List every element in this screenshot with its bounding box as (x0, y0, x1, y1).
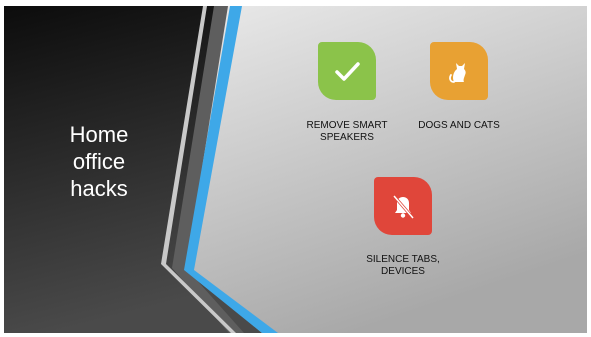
remove-smart-speakers-tile (318, 42, 376, 100)
bell-off-icon (392, 195, 415, 219)
slide-title: Home office hacks (69, 122, 129, 201)
cat-icon (449, 63, 466, 83)
remove-smart-speakers-label: REMOVE SMART SPEAKERS (306, 120, 388, 143)
checkmark-icon (335, 62, 360, 81)
dogs-and-cats-label: DOGS AND CATS (418, 120, 500, 131)
slide: Home office hacks REMOVE SMART SPEAKERS … (4, 6, 587, 333)
dogs-and-cats-tile (430, 42, 488, 100)
silence-tabs-devices-label: SILENCE TABS, DEVICES (366, 254, 440, 277)
silence-tabs-devices-tile (374, 177, 432, 235)
